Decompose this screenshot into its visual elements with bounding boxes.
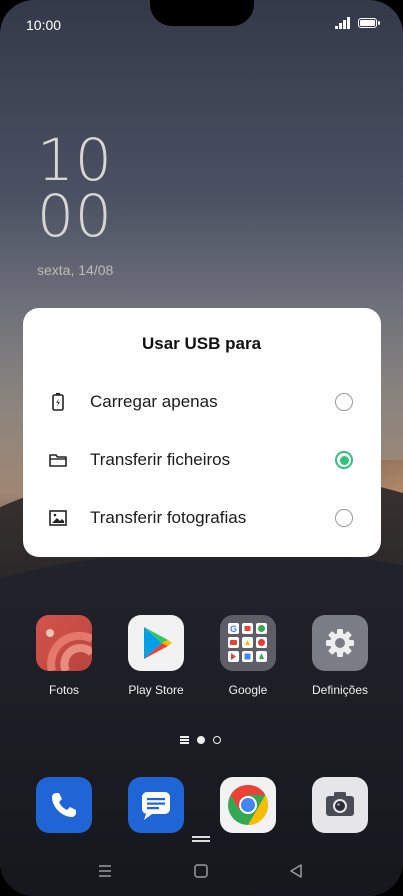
clock-minutes: 00 <box>37 182 113 250</box>
messages-icon[interactable] <box>128 777 184 833</box>
option-label: Transferir fotografias <box>90 508 247 527</box>
camera-icon[interactable] <box>312 777 368 833</box>
phone-icon[interactable] <box>36 777 92 833</box>
status-time: 10:00 <box>26 17 62 33</box>
battery-icon <box>358 18 380 28</box>
app-label-google: Google <box>228 683 268 697</box>
page-dot-active[interactable] <box>197 736 205 744</box>
signal-icon <box>335 17 350 29</box>
app-label-settings: Definições <box>311 683 369 697</box>
wallpaper-dune-foreground <box>0 550 403 896</box>
radio-button-selected[interactable] <box>335 451 353 469</box>
option-transfer-files[interactable]: Transferir ficheiros <box>23 440 381 480</box>
radio-button[interactable] <box>335 393 353 411</box>
page-dot[interactable] <box>213 736 221 744</box>
home-icon[interactable] <box>192 862 210 880</box>
chrome-icon[interactable] <box>220 777 276 833</box>
phone-screen: 10:00 10 00 sexta, 14/08 Usar USB para C… <box>0 0 403 896</box>
app-label-play-store: Play Store <box>128 683 184 697</box>
radio-button[interactable] <box>335 509 353 527</box>
back-icon[interactable] <box>287 862 305 880</box>
app-label-photos: Fotos <box>48 683 79 697</box>
lock-clock: 10 00 <box>37 126 113 250</box>
option-charge-only[interactable]: Carregar apenas <box>23 382 381 422</box>
folder-icon <box>49 454 67 467</box>
image-icon <box>49 510 67 526</box>
page-indicator <box>180 736 221 744</box>
menu-icon[interactable] <box>96 862 114 880</box>
clock-hours: 10 <box>37 126 113 194</box>
status-icons <box>335 17 380 29</box>
settings-icon[interactable] <box>312 615 368 671</box>
battery-charge-icon <box>52 393 64 411</box>
photos-icon[interactable] <box>36 615 95 673</box>
drawer-handle[interactable] <box>192 836 210 842</box>
camera-notch <box>150 0 254 26</box>
svg-text:G: G <box>230 624 237 634</box>
option-label: Transferir ficheiros <box>90 450 231 469</box>
option-label: Carregar apenas <box>90 392 218 411</box>
play-store-icon[interactable] <box>128 615 184 671</box>
google-folder-icon[interactable]: G <box>220 615 276 671</box>
app-drawer-indicator[interactable] <box>180 736 189 744</box>
option-transfer-photos[interactable]: Transferir fotografias <box>23 498 381 538</box>
dialog-title: Usar USB para <box>141 334 262 353</box>
lock-date: sexta, 14/08 <box>37 262 114 278</box>
